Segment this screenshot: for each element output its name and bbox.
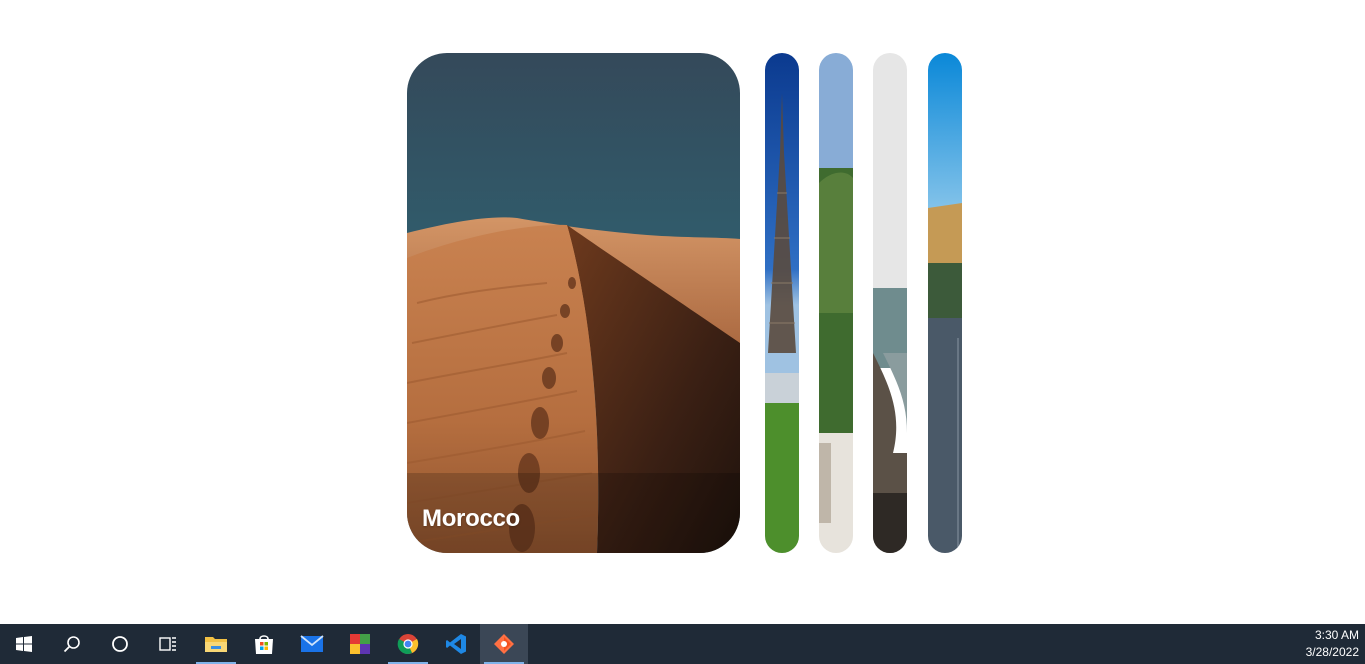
eiffel-tower-photo <box>765 53 799 553</box>
mail-icon[interactable] <box>288 624 336 664</box>
system-clock[interactable]: 3:30 AM 3/28/2022 <box>1306 624 1359 664</box>
paint-app-icon[interactable] <box>480 624 528 664</box>
windows-start-icon[interactable] <box>0 624 48 664</box>
microsoft-store-icon[interactable] <box>240 624 288 664</box>
cortana-icon[interactable] <box>96 624 144 664</box>
panel-paris[interactable] <box>765 53 799 553</box>
panel-morocco[interactable]: Morocco <box>407 53 740 553</box>
office-icon[interactable] <box>336 624 384 664</box>
mountain-road-photo <box>928 53 962 553</box>
search-icon[interactable] <box>48 624 96 664</box>
clock-date: 3/28/2022 <box>1305 645 1359 659</box>
panel-road[interactable] <box>928 53 962 553</box>
chrome-icon[interactable] <box>384 624 432 664</box>
garden-path-photo <box>819 53 853 553</box>
taskbar: 3:30 AM 3/28/2022 <box>0 624 1365 664</box>
panel-title: Morocco <box>422 505 520 532</box>
panel-lake[interactable] <box>873 53 907 553</box>
clock-time: 3:30 AM <box>1314 628 1359 642</box>
panel-garden[interactable] <box>819 53 853 553</box>
vscode-icon[interactable] <box>432 624 480 664</box>
desert-dunes-photo <box>407 53 740 553</box>
file-explorer-icon[interactable] <box>192 624 240 664</box>
task-view-icon[interactable] <box>144 624 192 664</box>
river-canyon-photo <box>873 53 907 553</box>
